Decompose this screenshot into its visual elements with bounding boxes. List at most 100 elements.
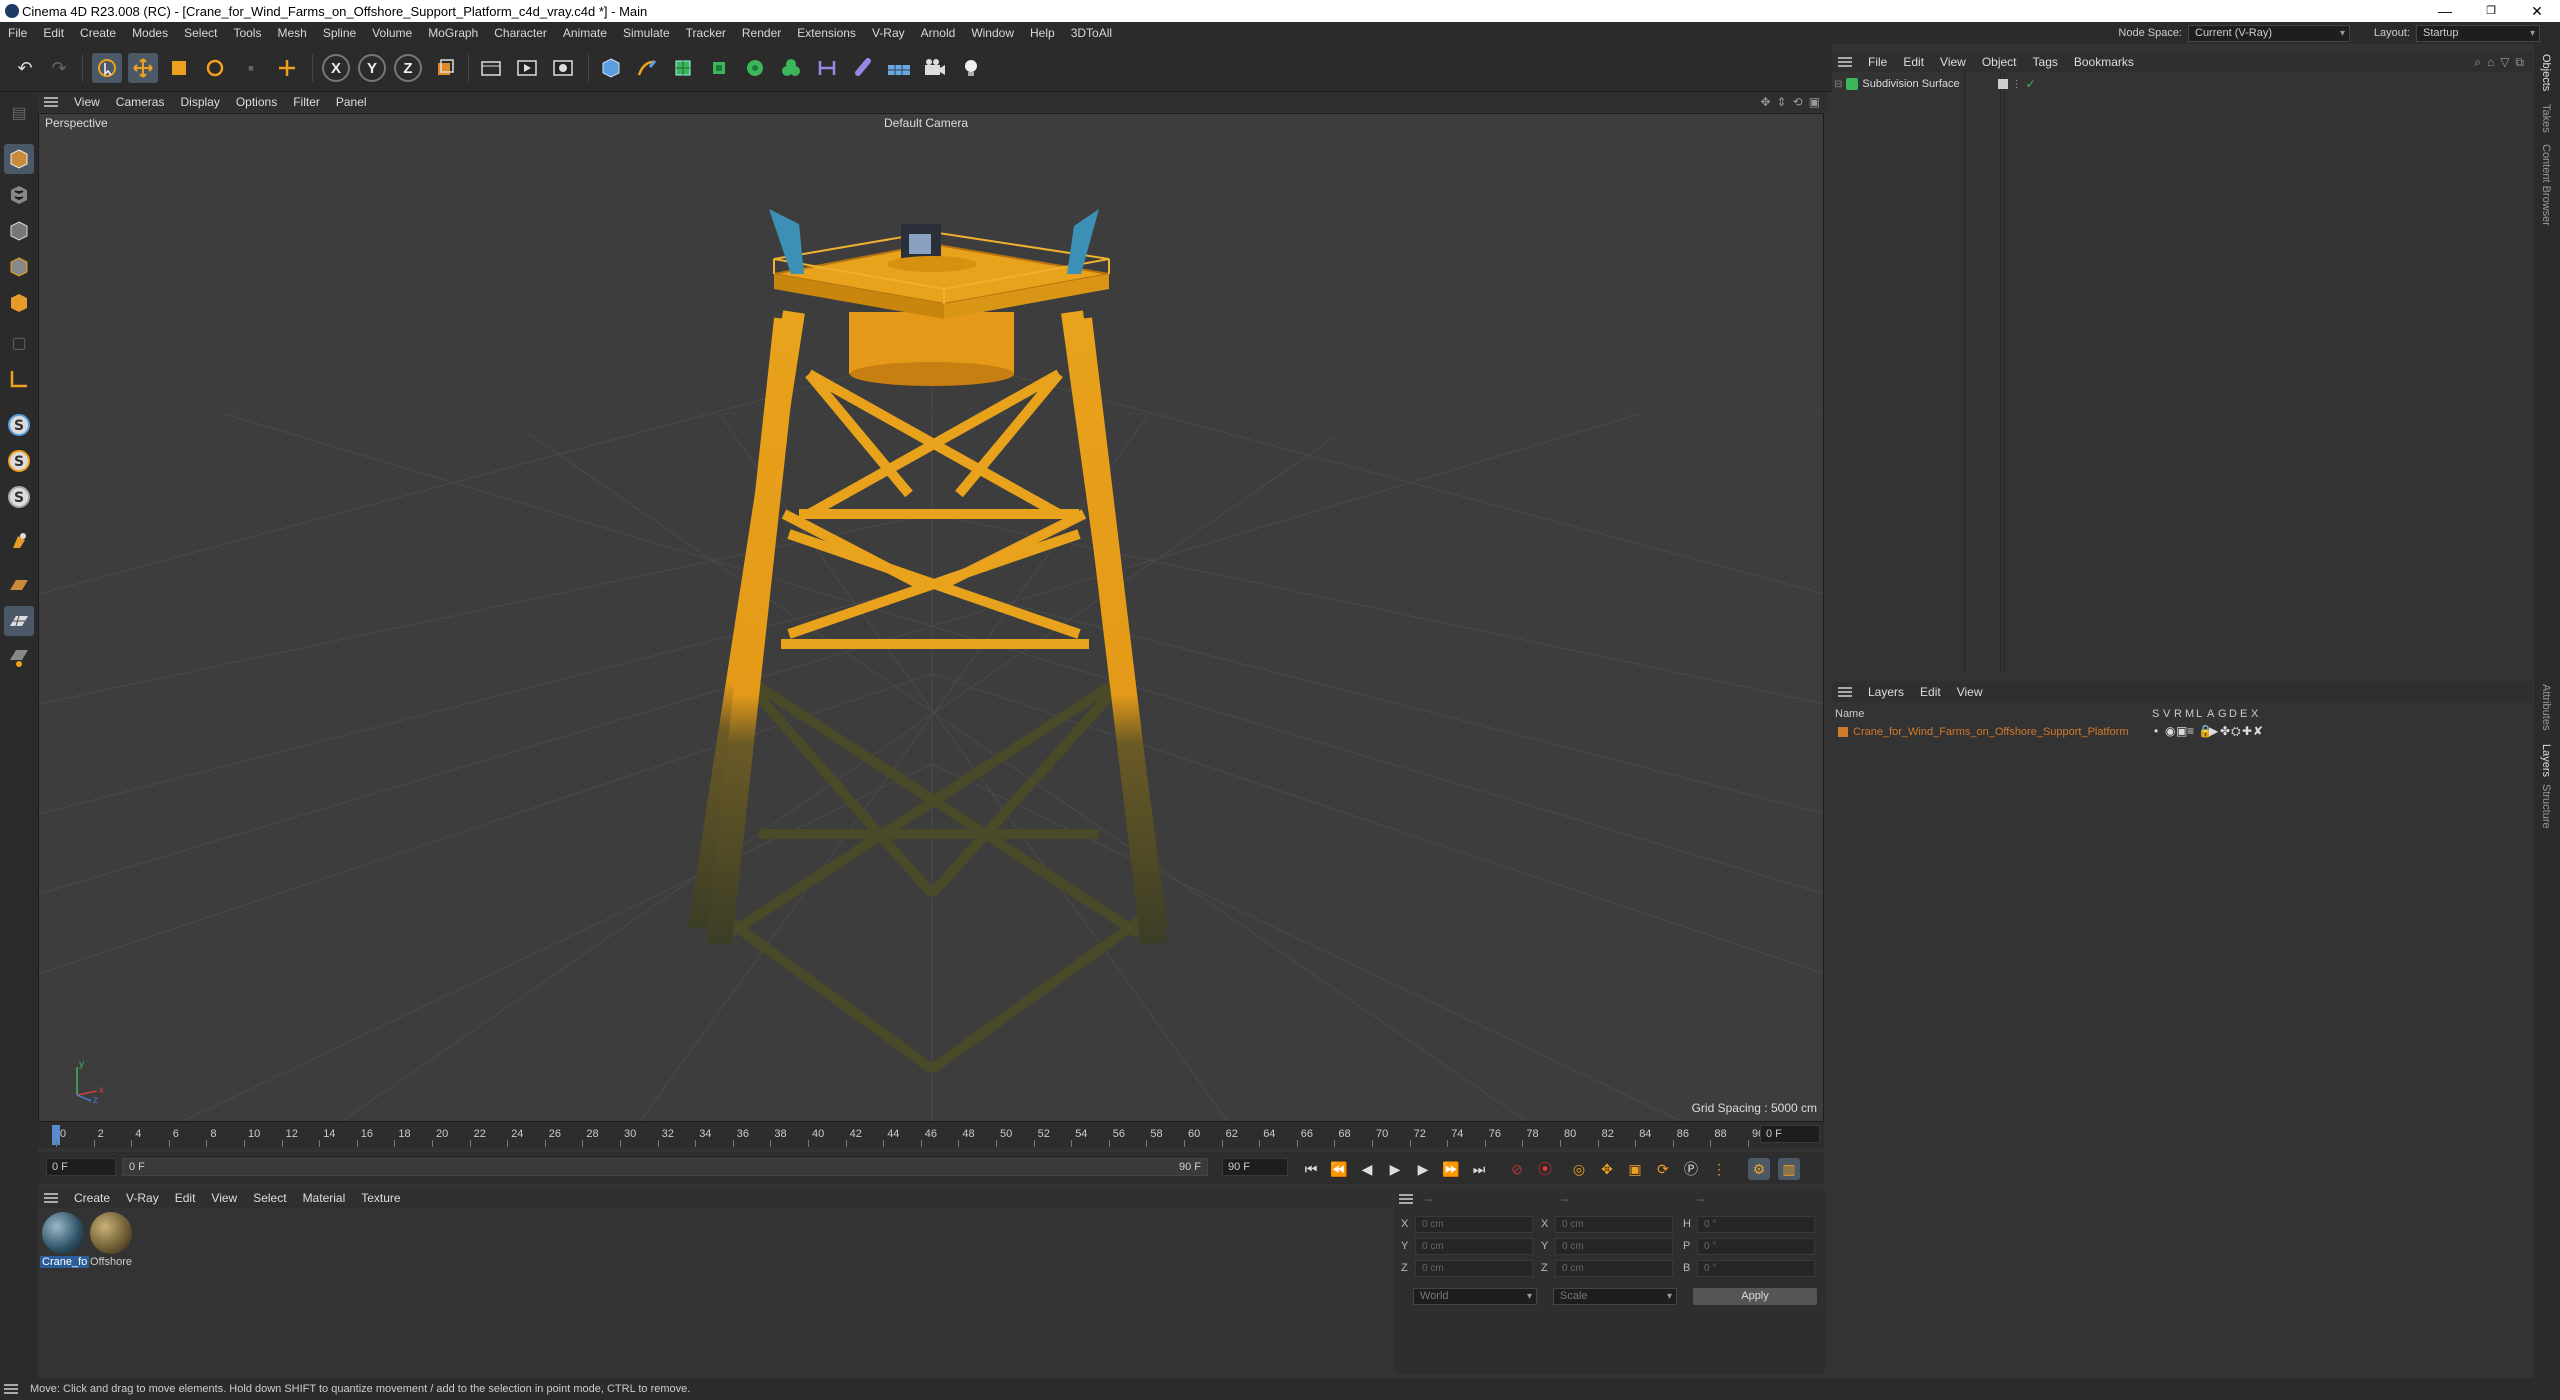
new-window-icon[interactable]: ⧉ [2515, 55, 2524, 70]
effector-icon[interactable] [848, 53, 878, 83]
minimize-button[interactable]: — [2422, 0, 2468, 22]
move-tool-icon[interactable] [128, 53, 158, 83]
size-mode-select[interactable]: Scale [1553, 1288, 1677, 1305]
quantize-icon[interactable]: S [4, 482, 34, 512]
tab-attributes[interactable]: Attributes [2540, 684, 2552, 730]
snap-icon[interactable]: S [4, 410, 34, 440]
viewport-menu-cameras[interactable]: Cameras [108, 95, 173, 109]
menu-modes[interactable]: Modes [124, 22, 176, 44]
mograph-cloner-icon[interactable] [740, 53, 770, 83]
position-y-field[interactable]: 0 cm [1415, 1238, 1533, 1255]
menu-window[interactable]: Window [963, 22, 1022, 44]
material-menu-vray[interactable]: V-Ray [118, 1191, 167, 1205]
go-to-end-icon[interactable]: ⏭ [1468, 1158, 1490, 1180]
keyframe-selection-icon[interactable]: ◎ [1568, 1158, 1590, 1180]
viewport-menu-display[interactable]: Display [172, 95, 227, 109]
viewport-menu-filter[interactable]: Filter [285, 95, 328, 109]
rotation-key-icon[interactable]: ⟳ [1652, 1158, 1674, 1180]
generators-toggle-icon[interactable]: ✤ [2220, 724, 2230, 739]
menu-mograph[interactable]: MoGraph [420, 22, 486, 44]
next-key-icon[interactable]: ⏩ [1440, 1158, 1462, 1180]
enabled-check-icon[interactable]: ✓ [2026, 77, 2036, 91]
material-swatch[interactable]: Offshore [88, 1212, 134, 1268]
menu-file[interactable]: File [0, 22, 35, 44]
frame-range-slider[interactable]: 0 F 90 F [122, 1158, 1208, 1176]
light-icon[interactable] [956, 53, 986, 83]
deformers-toggle-icon[interactable]: ⛭ [2231, 724, 2241, 739]
material-menu-material[interactable]: Material [295, 1191, 354, 1205]
live-selection-icon[interactable] [92, 53, 122, 83]
menu-tracker[interactable]: Tracker [678, 22, 734, 44]
maximize-view-icon[interactable]: ▣ [1809, 95, 1820, 109]
timeline-window-icon[interactable]: ⚙ [1748, 1158, 1770, 1180]
object-menu-edit[interactable]: Edit [1895, 55, 1932, 69]
fcurve-window-icon[interactable]: ▥ [1778, 1158, 1800, 1180]
menu-edit[interactable]: Edit [35, 22, 72, 44]
xref-toggle-icon[interactable]: ✘ [2253, 724, 2263, 739]
offshore-platform-model[interactable] [688, 209, 1168, 1076]
texture-mode-icon[interactable] [4, 180, 34, 210]
apply-button[interactable]: Apply [1693, 1288, 1817, 1305]
points-mode-icon[interactable] [4, 216, 34, 246]
play-icon[interactable]: ▶ [1384, 1158, 1406, 1180]
end-frame-field[interactable]: 90 F [1222, 1158, 1288, 1176]
object-menu-tags[interactable]: Tags [2025, 55, 2066, 69]
tab-structure[interactable]: Structure [2540, 784, 2552, 829]
tab-objects[interactable]: Objects [2540, 54, 2552, 91]
render-settings-icon[interactable] [548, 53, 578, 83]
object-row[interactable]: ⊟ Subdivision Surface ⋮ ✓ [1834, 76, 2036, 92]
material-menu-select[interactable]: Select [245, 1191, 294, 1205]
position-x-field[interactable]: 0 cm [1415, 1216, 1533, 1233]
add-object-icon[interactable] [272, 53, 302, 83]
size-x-field[interactable]: 0 cm [1555, 1216, 1673, 1233]
uv-mode-icon[interactable]: ▢ [4, 328, 34, 358]
orbit-icon[interactable]: ⟲ [1793, 95, 1803, 109]
menu-spline[interactable]: Spline [315, 22, 364, 44]
filter-icon[interactable]: ▽ [2500, 55, 2509, 70]
position-z-field[interactable]: 0 cm [1415, 1260, 1533, 1277]
scale-key-icon[interactable]: ▣ [1624, 1158, 1646, 1180]
deformer-icon[interactable] [776, 53, 806, 83]
animation-toggle-icon[interactable]: ▶ [2209, 724, 2218, 739]
material-menu-create[interactable]: Create [66, 1191, 118, 1205]
viewport-menu-view[interactable]: View [66, 95, 108, 109]
visible-toggle-icon[interactable]: ◉ [2165, 724, 2175, 739]
undo-icon[interactable]: ↶ [10, 53, 40, 83]
manager-toggle-icon[interactable]: ≡ [2187, 724, 2196, 739]
camera-icon[interactable] [920, 53, 950, 83]
menu-arnold[interactable]: Arnold [913, 22, 964, 44]
viewport-menu-panel[interactable]: Panel [328, 95, 375, 109]
sculpt-icon[interactable] [4, 526, 34, 556]
z-axis-icon[interactable]: Z [394, 54, 422, 82]
tab-content-browser[interactable]: Content Browser [2540, 144, 2552, 226]
start-frame-field[interactable]: 0 F [46, 1158, 116, 1176]
material-menu-view[interactable]: View [203, 1191, 245, 1205]
layer-menu-view[interactable]: View [1949, 685, 1991, 699]
workplane-icon[interactable] [4, 570, 34, 600]
status-menu-icon[interactable] [4, 1384, 18, 1394]
menu-extensions[interactable]: Extensions [789, 22, 864, 44]
pan-icon[interactable]: ✥ [1760, 95, 1770, 109]
3d-viewport[interactable]: Perspective Default Camera Grid Spacing … [38, 113, 1824, 1122]
menu-animate[interactable]: Animate [555, 22, 615, 44]
y-axis-icon[interactable]: Y [358, 54, 386, 82]
search-icon[interactable]: ⌕ [2474, 55, 2481, 70]
recent-tool-icon[interactable]: ▪ [236, 53, 266, 83]
autokey-icon[interactable]: ⦿ [1534, 1158, 1556, 1180]
layer-menu-icon[interactable] [1838, 687, 1852, 697]
layer-row[interactable]: Crane_for_Wind_Farms_on_Offshore_Support… [1838, 724, 2129, 740]
menu-simulate[interactable]: Simulate [615, 22, 678, 44]
visibility-dots-icon[interactable]: ⋮ [2012, 79, 2022, 90]
menu-help[interactable]: Help [1022, 22, 1063, 44]
rotation-p-field[interactable]: 0 ° [1697, 1238, 1815, 1255]
layout-select[interactable]: Startup [2416, 24, 2540, 42]
extrude-icon[interactable] [704, 53, 734, 83]
menu-character[interactable]: Character [486, 22, 555, 44]
object-menu-object[interactable]: Object [1974, 55, 2025, 69]
home-icon[interactable]: ⌂ [2487, 55, 2494, 70]
layer-tag-icon[interactable] [1997, 79, 2008, 89]
menu-create[interactable]: Create [72, 22, 124, 44]
menu-select[interactable]: Select [176, 22, 225, 44]
tab-layers[interactable]: Layers [2540, 744, 2552, 777]
layer-menu-edit[interactable]: Edit [1912, 685, 1949, 699]
